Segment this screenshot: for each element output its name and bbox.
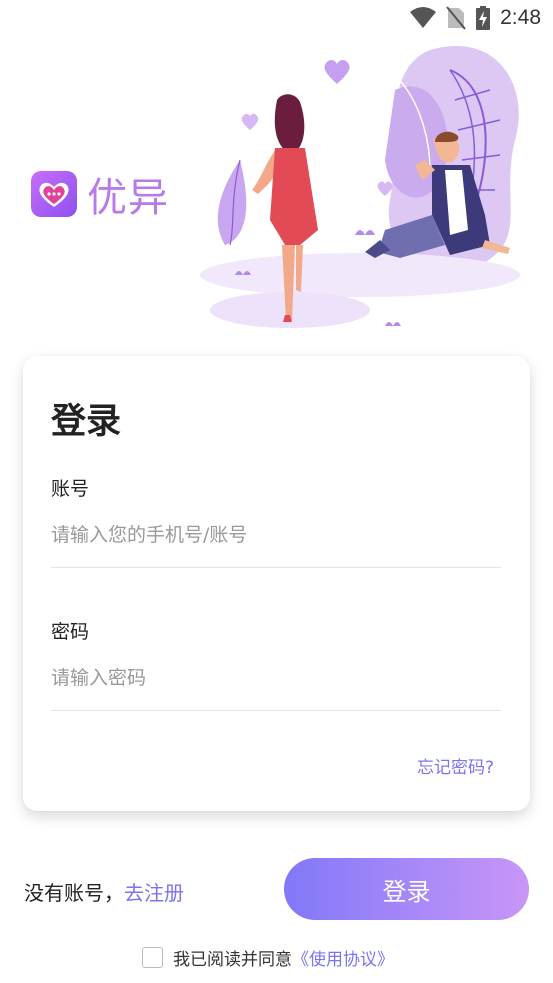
register-link[interactable]: 去注册 — [124, 881, 184, 905]
account-input[interactable] — [51, 513, 501, 557]
forgot-password-link[interactable]: 忘记密码? — [417, 753, 494, 778]
app-name: 优异 — [87, 175, 169, 221]
password-divider — [51, 710, 501, 711]
login-button[interactable]: 登录 — [284, 858, 529, 920]
battery-charging-icon — [476, 6, 491, 30]
no-sim-icon — [446, 6, 466, 30]
agree-text: 我已阅读并同意 — [173, 950, 292, 970]
couple-illustration — [200, 46, 520, 328]
register-prompt: 没有账号，去注册 — [24, 877, 184, 906]
password-label: 密码 — [51, 621, 90, 643]
no-account-text: 没有账号， — [24, 881, 124, 905]
password-input[interactable] — [51, 656, 501, 700]
status-icons: 2:48 — [410, 6, 541, 30]
account-divider — [51, 567, 501, 568]
heart-chat-icon — [31, 171, 77, 217]
agree-checkbox[interactable] — [142, 947, 163, 968]
login-card: 登录 账号 密码 忘记密码? — [23, 356, 530, 811]
agreement-row: 我已阅读并同意 《使用协议》 — [142, 945, 394, 970]
account-label: 账号 — [51, 478, 90, 500]
agreement-link[interactable]: 《使用协议》 — [292, 945, 394, 970]
wifi-icon — [410, 7, 437, 28]
status-time: 2:48 — [500, 6, 541, 29]
login-title: 登录 — [51, 402, 122, 442]
app-logo: 优异 — [31, 165, 169, 223]
